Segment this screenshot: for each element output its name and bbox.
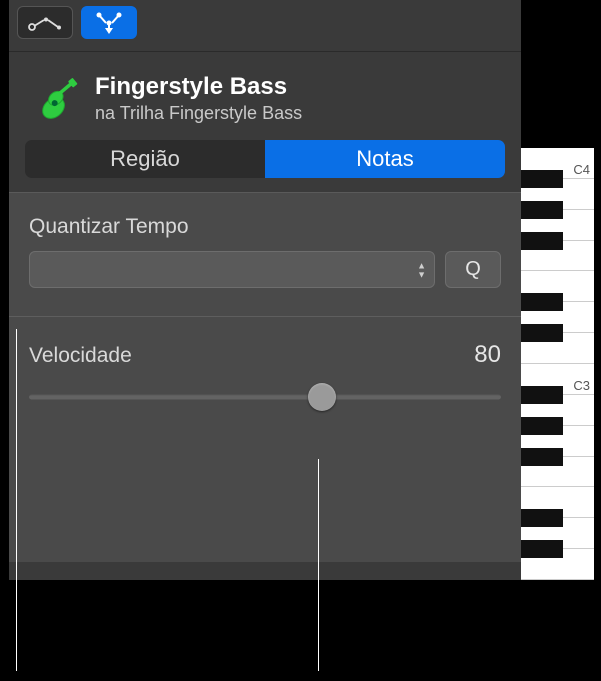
chevron-updown-icon: ▲▼: [417, 261, 426, 278]
toolbar: [9, 0, 521, 52]
midi-merge-tool-button[interactable]: [81, 6, 137, 39]
velocity-value: 80: [474, 341, 501, 369]
region-subtitle: na Trilha Fingerstyle Bass: [95, 103, 302, 124]
tab-notes[interactable]: Notas: [265, 140, 505, 178]
quantize-label: Quantizar Tempo: [29, 215, 501, 239]
black-key[interactable]: [521, 448, 563, 466]
black-key[interactable]: [521, 293, 563, 311]
tab-bar: Região Notas: [9, 140, 521, 192]
black-key[interactable]: [521, 540, 563, 558]
callout-leader: [318, 459, 319, 671]
velocity-slider[interactable]: [29, 387, 501, 407]
black-key[interactable]: [521, 232, 563, 250]
black-key[interactable]: [521, 509, 563, 527]
divider: [9, 316, 521, 317]
velocity-label: Velocidade: [29, 344, 132, 368]
quantize-dropdown[interactable]: ▲▼: [29, 251, 435, 288]
instrument-icon: [25, 70, 81, 126]
automation-tool-button[interactable]: [17, 6, 73, 39]
region-title: Fingerstyle Bass: [95, 73, 302, 101]
key-label-c3: C3: [573, 378, 590, 393]
notes-body: Quantizar Tempo ▲▼ Q Velocidade 80: [9, 192, 521, 562]
inspector-panel: Fingerstyle Bass na Trilha Fingerstyle B…: [9, 0, 521, 580]
region-header: Fingerstyle Bass na Trilha Fingerstyle B…: [9, 52, 521, 140]
tab-region[interactable]: Região: [25, 140, 265, 178]
slider-thumb[interactable]: [308, 383, 336, 411]
quantize-apply-button[interactable]: Q: [445, 251, 501, 288]
piano-keyboard[interactable]: C4 C3: [521, 148, 594, 580]
black-key[interactable]: [521, 417, 563, 435]
black-key[interactable]: [521, 324, 563, 342]
callout-leader: [16, 329, 17, 671]
black-key[interactable]: [521, 201, 563, 219]
slider-track: [29, 395, 501, 400]
black-key[interactable]: [521, 386, 563, 404]
black-key[interactable]: [521, 170, 563, 188]
key-label-c4: C4: [573, 162, 590, 177]
